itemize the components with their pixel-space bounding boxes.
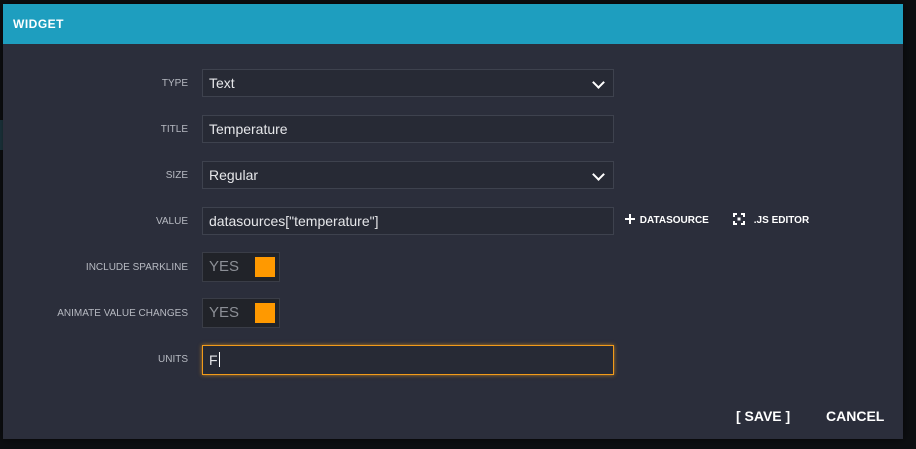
size-label: SIZE <box>165 170 188 181</box>
type-label: TYPE <box>161 78 188 89</box>
value-label: VALUE <box>155 216 188 227</box>
include-sparkline-toggle[interactable]: YES <box>202 252 280 282</box>
widget-dialog: WIDGET TYPE Text TITLE Temperature SIZE … <box>3 4 903 439</box>
title-row: TITLE Temperature <box>3 114 903 146</box>
type-select[interactable]: Text <box>202 69 614 97</box>
size-select-value: Regular <box>209 167 259 183</box>
chevron-down-icon <box>592 168 605 181</box>
datasource-button[interactable]: DATASOURCE <box>625 206 709 236</box>
size-row: SIZE Regular <box>3 160 903 192</box>
js-editor-button-label: .JS EDITOR <box>753 215 810 226</box>
plus-icon <box>625 214 635 224</box>
include-sparkline-toggle-label: YES <box>209 258 240 275</box>
animate-value-changes-label: ANIMATE VALUE CHANGES <box>57 308 188 319</box>
title-input[interactable]: Temperature <box>202 115 614 143</box>
toggle-knob <box>255 303 275 323</box>
expand-icon <box>733 213 745 225</box>
units-row: UNITS F <box>3 344 903 376</box>
datasource-button-label: DATASOURCE <box>639 215 709 226</box>
type-select-value: Text <box>209 75 235 91</box>
include-sparkline-label: INCLUDE SPARKLINE <box>85 262 188 273</box>
units-label: UNITS <box>158 354 188 365</box>
value-row: VALUE datasources["temperature"] DATASOU… <box>3 206 903 238</box>
type-row: TYPE Text <box>3 68 903 100</box>
js-editor-button[interactable]: .JS EDITOR <box>733 206 809 236</box>
chevron-down-icon <box>592 76 605 89</box>
units-input-value: F <box>209 352 218 368</box>
units-input[interactable]: F <box>202 345 614 375</box>
text-caret <box>218 352 220 367</box>
dialog-header: WIDGET <box>3 4 903 44</box>
title-input-value: Temperature <box>209 121 288 137</box>
animate-value-changes-toggle[interactable]: YES <box>202 298 280 328</box>
dialog-title: WIDGET <box>13 17 64 31</box>
animate-value-changes-toggle-label: YES <box>209 304 240 321</box>
value-input[interactable]: datasources["temperature"] <box>202 207 614 235</box>
toggle-knob <box>255 257 275 277</box>
title-label: TITLE <box>160 124 188 135</box>
save-button[interactable]: [ SAVE ] <box>736 408 790 424</box>
include-sparkline-row: INCLUDE SPARKLINE YES <box>3 252 903 284</box>
size-select[interactable]: Regular <box>202 161 614 189</box>
value-input-value: datasources["temperature"] <box>209 213 379 229</box>
cancel-button[interactable]: CANCEL <box>826 408 884 424</box>
animate-value-changes-row: ANIMATE VALUE CHANGES YES <box>3 298 903 330</box>
